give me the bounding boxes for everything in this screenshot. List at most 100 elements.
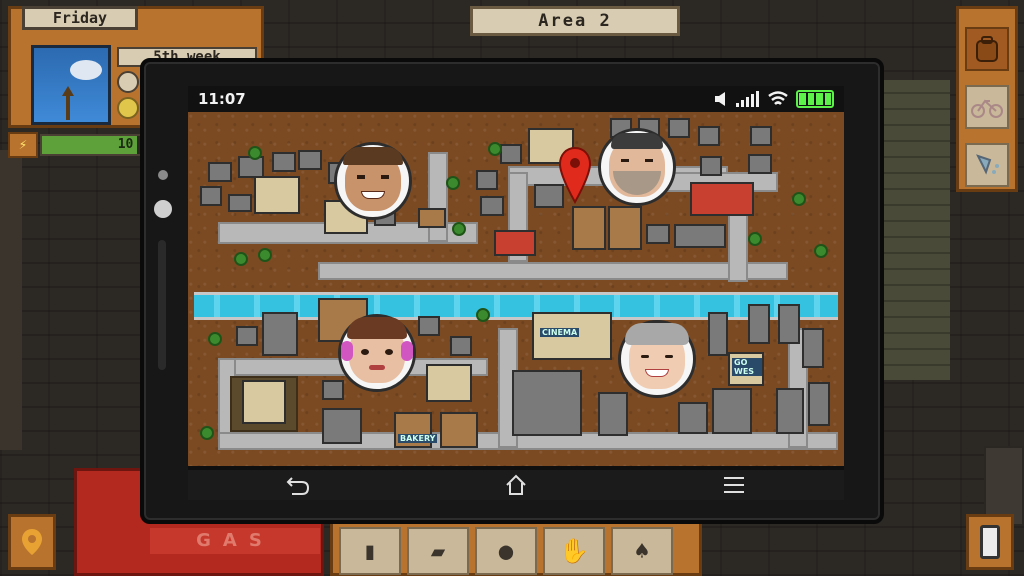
sun-icon: [117, 97, 139, 119]
battery-cell: [824, 93, 831, 105]
tree: [476, 308, 490, 322]
npc-avatar-cap-guy[interactable]: [334, 142, 412, 220]
tree: [258, 248, 272, 262]
shack: [418, 208, 446, 228]
city-map[interactable]: BAKERY CINEMA GO WES: [188, 112, 844, 466]
energy-fill: 10: [42, 136, 138, 154]
tree: [200, 426, 214, 440]
apartment: [708, 312, 728, 356]
location-pin-icon[interactable]: [558, 146, 592, 206]
npc-avatar-headphone-girl[interactable]: [338, 314, 416, 392]
status-bar: 11:07: [188, 86, 844, 112]
weather-window: [31, 45, 111, 125]
shop: [440, 412, 478, 448]
tree: [248, 146, 262, 160]
cinema: CINEMA: [532, 312, 612, 360]
home-icon[interactable]: [505, 474, 527, 496]
house: [236, 326, 258, 346]
building: [262, 312, 298, 356]
house: [698, 126, 720, 146]
house: [646, 224, 670, 244]
npc-avatar-elderly-woman[interactable]: [618, 320, 696, 398]
shower-icon: [976, 154, 999, 175]
clinic: [322, 408, 362, 444]
tower: [598, 392, 628, 436]
phone-nav-bar: [188, 470, 844, 500]
item-toolbar: ▮ ▰ ● ✋ ♠: [330, 520, 702, 576]
house: [476, 170, 498, 190]
game-scene: GAS 5th week Friday ⚡ 10 Area 2 ▮ ▰ ● ✋ …: [0, 0, 1024, 576]
road: [318, 262, 788, 280]
house: [480, 196, 504, 216]
phone-camera: [154, 200, 172, 218]
tree: [234, 252, 248, 266]
hotel: [512, 370, 582, 436]
weather-scene-icon: [62, 60, 102, 120]
map-pin-icon: [22, 529, 42, 555]
menu-icon[interactable]: [722, 475, 746, 495]
office: [776, 388, 804, 434]
map-pin-button[interactable]: [8, 514, 56, 570]
big-store: [690, 182, 754, 216]
bakery: BAKERY: [394, 412, 438, 448]
house: [272, 152, 296, 172]
house: [668, 118, 690, 138]
house: [678, 402, 708, 434]
coal-item-icon: ●: [498, 537, 514, 565]
area-label: Area 2: [470, 6, 680, 36]
tree: [208, 332, 222, 346]
battery-cell: [816, 93, 823, 105]
speaker-icon: [715, 92, 725, 106]
house: [450, 336, 472, 356]
battery-icon: [796, 90, 834, 108]
road: [428, 152, 448, 242]
warehouse: [254, 176, 300, 214]
item-slot[interactable]: ▮: [339, 527, 401, 575]
phone-button[interactable]: [966, 514, 1014, 570]
cinema-label: CINEMA: [540, 328, 580, 337]
apartment: [802, 328, 824, 368]
house: [748, 154, 772, 174]
npc-avatar-bearded-man[interactable]: [598, 128, 676, 206]
tree: [792, 192, 806, 206]
tree: [488, 142, 502, 156]
bicycle-slot[interactable]: [965, 85, 1009, 129]
smartphone: 11:07 BAKERY CINEMA GO WES: [140, 58, 884, 524]
day-label: Friday: [22, 6, 138, 30]
lightning-icon: ⚡: [8, 132, 38, 158]
status-icons: [714, 90, 834, 108]
backpack-icon: [976, 36, 998, 62]
battery-cell: [807, 93, 814, 105]
apartment: [808, 382, 830, 426]
house: [700, 156, 722, 176]
backpack-slot[interactable]: [965, 27, 1009, 71]
npc-face: [625, 323, 689, 389]
restaurant: [494, 230, 536, 256]
drink-item-icon: ▰: [430, 537, 446, 565]
phone-sensor: [158, 170, 168, 180]
apartment: [778, 304, 800, 344]
item-slot[interactable]: ▰: [407, 527, 469, 575]
back-arrow-icon[interactable]: [286, 474, 310, 496]
house: [418, 316, 440, 336]
go-wes-label: GO WES: [732, 358, 762, 376]
item-slot[interactable]: ●: [475, 527, 537, 575]
item-slot[interactable]: ✋: [543, 527, 605, 575]
office: [674, 224, 726, 248]
shower-slot[interactable]: [965, 143, 1009, 187]
house: [750, 126, 772, 146]
bakery-label: BAKERY: [398, 434, 438, 443]
house: [228, 194, 252, 212]
townhouse: [608, 206, 642, 250]
bicycle-icon: [971, 99, 1003, 118]
shovel-item-icon: ♠: [634, 537, 650, 565]
house: [208, 162, 232, 182]
npc-face: [341, 317, 413, 383]
tree: [814, 244, 828, 258]
house: [322, 380, 344, 400]
npc-face: [609, 133, 665, 197]
item-slot[interactable]: ♠: [611, 527, 673, 575]
phone-side-button: [158, 240, 166, 370]
status-time: 11:07: [198, 90, 246, 108]
gas-station-sign: GAS: [150, 528, 320, 554]
